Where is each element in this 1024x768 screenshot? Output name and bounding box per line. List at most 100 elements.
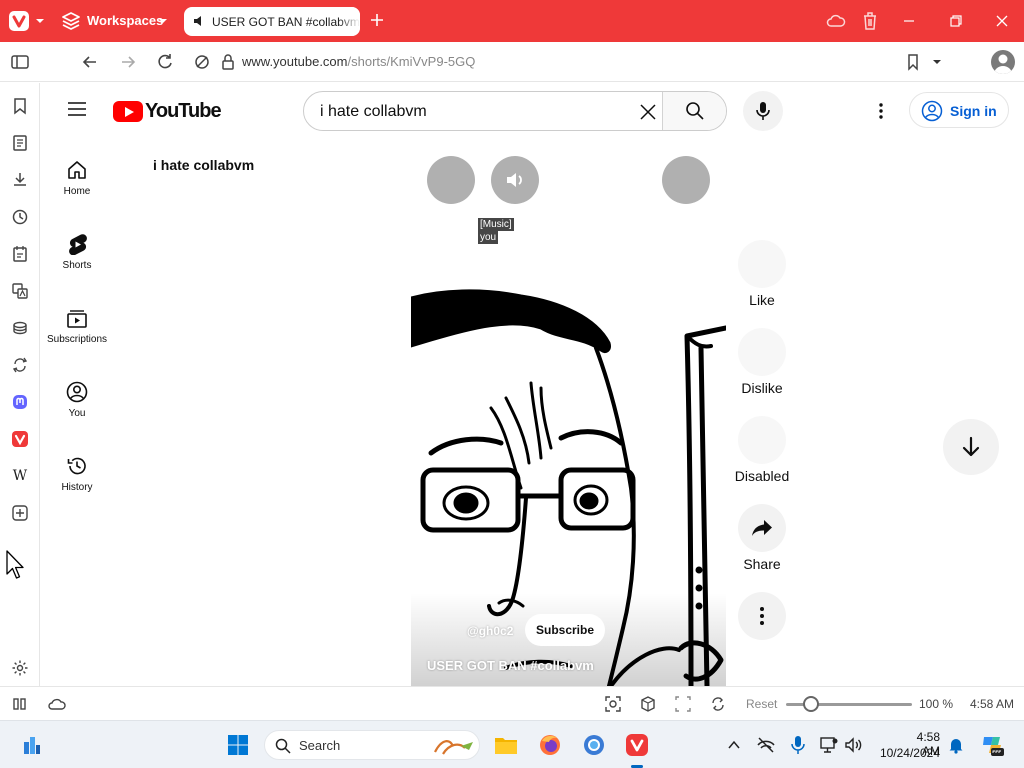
- restore-icon[interactable]: [947, 12, 965, 30]
- comments-icon[interactable]: [738, 416, 786, 464]
- volume-icon[interactable]: [840, 731, 868, 759]
- like-action[interactable]: Like: [733, 240, 791, 308]
- panel-toggle-icon[interactable]: [10, 52, 30, 72]
- back-icon[interactable]: [80, 52, 100, 72]
- chevron-down-icon[interactable]: [34, 13, 46, 29]
- add-web-panel-icon[interactable]: [9, 502, 31, 524]
- downloads-icon[interactable]: [9, 169, 31, 191]
- sync-cloud-icon[interactable]: [46, 695, 68, 713]
- audio-playing-icon[interactable]: [192, 14, 206, 28]
- bookmarks-panel-icon[interactable]: [9, 95, 31, 117]
- caption-line: you: [478, 231, 499, 244]
- volume-icon: [507, 173, 522, 187]
- play-pause-button[interactable]: [427, 156, 475, 204]
- next-video-button[interactable]: [943, 419, 999, 475]
- start-windows-icon[interactable]: [224, 731, 252, 759]
- guide-item-history[interactable]: History: [41, 455, 113, 493]
- hamburger-menu-icon[interactable]: [67, 101, 87, 117]
- tracker-blocker-icon[interactable]: [192, 52, 212, 72]
- channel-handle[interactable]: @gh0c2: [467, 624, 513, 638]
- sign-in-button[interactable]: Sign in: [909, 92, 1009, 128]
- dislike-icon[interactable]: [738, 328, 786, 376]
- more-button[interactable]: [738, 592, 786, 640]
- lock-icon[interactable]: [218, 52, 238, 72]
- forward-icon[interactable]: [118, 52, 138, 72]
- notification-bell-icon[interactable]: [942, 731, 970, 759]
- taskbar-date[interactable]: 10/24/2024: [876, 746, 940, 760]
- vivaldi-menu-icon[interactable]: [9, 11, 29, 31]
- image-toggle-icon[interactable]: [639, 695, 657, 713]
- youtube-logo[interactable]: YouTube: [113, 100, 222, 122]
- chevron-down-icon[interactable]: [927, 52, 947, 72]
- firefox-icon[interactable]: [536, 731, 564, 759]
- file-explorer-icon[interactable]: [492, 731, 520, 759]
- settings-more-icon[interactable]: [871, 101, 891, 121]
- new-tab-icon[interactable]: [367, 10, 387, 30]
- page-extensions-icon[interactable]: [709, 695, 727, 713]
- like-icon[interactable]: [738, 240, 786, 288]
- microphone-icon: [756, 102, 770, 120]
- sign-in-label: Sign in: [950, 103, 997, 119]
- mastodon-icon[interactable]: [9, 391, 31, 413]
- volume-button[interactable]: [491, 156, 539, 204]
- history-panel-icon[interactable]: [9, 206, 31, 228]
- clear-search-icon[interactable]: [638, 102, 658, 122]
- profile-avatar[interactable]: [991, 50, 1015, 74]
- guide-item-you[interactable]: You: [41, 381, 113, 419]
- browser-app-icon[interactable]: [580, 731, 608, 759]
- notes-icon[interactable]: [9, 243, 31, 265]
- close-icon[interactable]: [993, 12, 1011, 30]
- search-button[interactable]: [662, 92, 726, 130]
- bookmark-icon[interactable]: [903, 52, 923, 72]
- tile-tabs-icon[interactable]: [11, 695, 29, 713]
- more-options-button[interactable]: [662, 156, 710, 204]
- share-label: Share: [743, 556, 781, 572]
- sync-cloud-icon[interactable]: [825, 10, 847, 32]
- widgets-icon[interactable]: [18, 731, 46, 759]
- guide-item-shorts[interactable]: Shorts: [41, 233, 113, 271]
- minimize-icon[interactable]: [900, 12, 918, 30]
- subscriptions-icon: [67, 310, 87, 328]
- capture-icon[interactable]: [604, 695, 622, 713]
- reload-icon[interactable]: [155, 52, 175, 72]
- voice-search-button[interactable]: [743, 91, 783, 131]
- zoom-slider-handle[interactable]: [803, 696, 820, 712]
- youtube-page: YouTube i hate collabvm Sign in Home Sho…: [41, 83, 1024, 686]
- copilot-icon[interactable]: [978, 731, 1006, 759]
- active-tab[interactable]: USER GOT BAN #collabvm: [184, 7, 360, 36]
- search-box[interactable]: i hate collabvm: [303, 91, 727, 131]
- taskbar-search-placeholder: Search: [299, 738, 341, 753]
- comments-action[interactable]: Disabled: [733, 416, 791, 484]
- guide-item-home[interactable]: Home: [41, 159, 113, 197]
- workspaces-icon[interactable]: [60, 10, 82, 32]
- chevron-up-icon[interactable]: [720, 731, 748, 759]
- vivaldi-web-panel-icon[interactable]: [9, 428, 31, 450]
- window-panel-icon[interactable]: [9, 317, 31, 339]
- chevron-down-icon[interactable]: [157, 14, 169, 28]
- zoom-reset-button[interactable]: Reset: [746, 697, 777, 711]
- wikipedia-icon[interactable]: W: [9, 465, 31, 487]
- share-action[interactable]: Share: [733, 504, 791, 572]
- video-title[interactable]: USER GOT BAN #collabvm: [427, 658, 594, 673]
- url-field[interactable]: www.youtube.com/shorts/KmiVvP9-5GQ: [242, 54, 475, 69]
- reading-list-icon[interactable]: [9, 132, 31, 154]
- microphone-icon[interactable]: [784, 731, 812, 759]
- search-input[interactable]: i hate collabvm: [320, 103, 427, 121]
- zoom-level: 100 %: [919, 697, 954, 711]
- trash-icon[interactable]: [860, 10, 880, 32]
- guide-item-subscriptions[interactable]: Subscriptions: [41, 307, 113, 345]
- vivaldi-taskbar-icon[interactable]: [623, 731, 651, 759]
- sync-icon[interactable]: [9, 354, 31, 376]
- network-off-icon[interactable]: [752, 731, 780, 759]
- subscribe-button[interactable]: Subscribe: [525, 614, 605, 646]
- share-button[interactable]: [738, 504, 786, 552]
- shorts-player[interactable]: [Music] you @gh0c2 Subscribe USER GOT BA…: [411, 138, 726, 686]
- settings-gear-icon[interactable]: [9, 657, 31, 679]
- translate-icon[interactable]: [9, 280, 31, 302]
- workspaces-label[interactable]: Workspaces: [87, 13, 163, 28]
- dislike-action[interactable]: Dislike: [733, 328, 791, 396]
- page-actions-icon[interactable]: [674, 695, 692, 713]
- taskbar-search[interactable]: Search: [264, 730, 480, 760]
- more-action[interactable]: [733, 592, 791, 640]
- display-icon[interactable]: [815, 731, 843, 759]
